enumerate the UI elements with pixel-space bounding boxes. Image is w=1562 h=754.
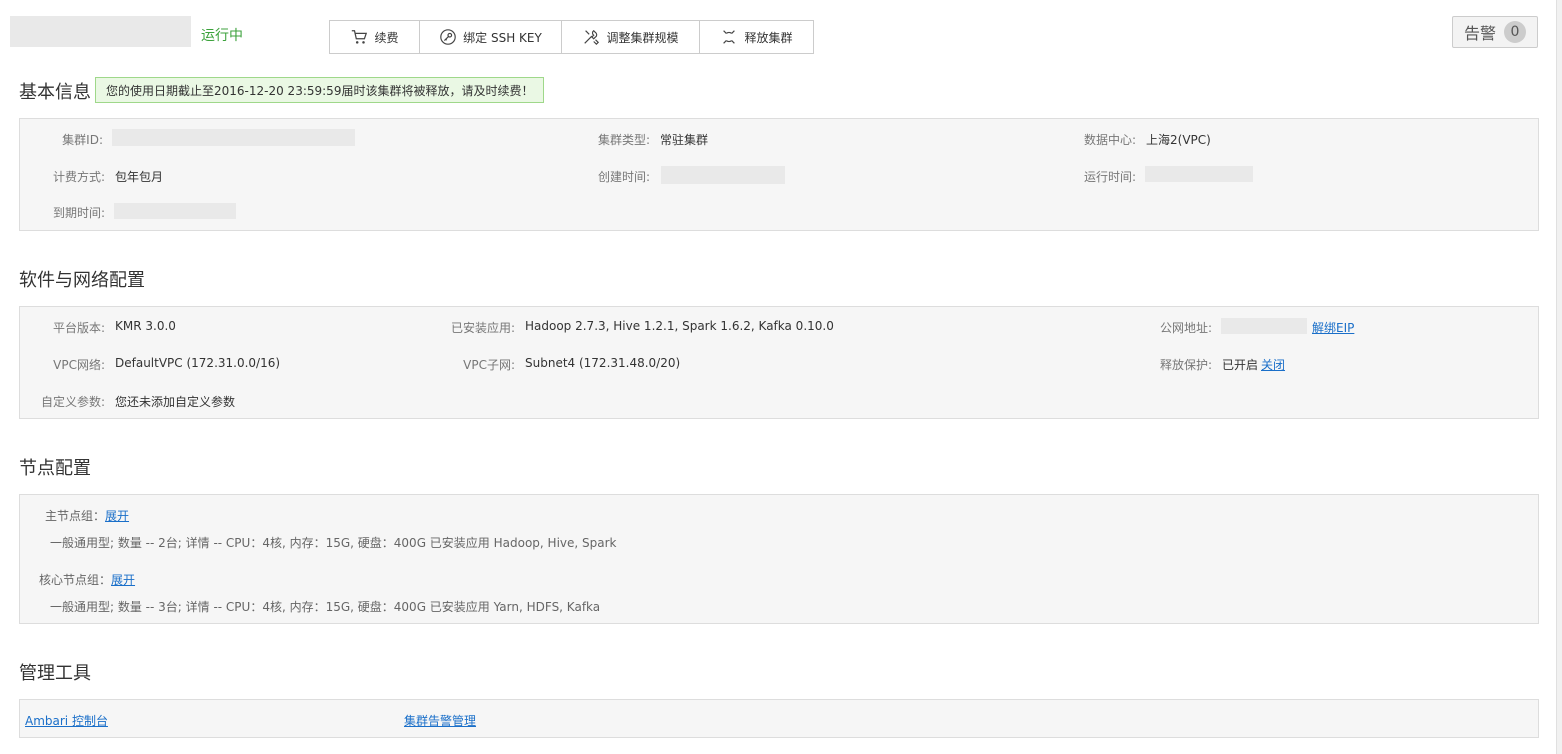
installed-apps-label: 已安装应用: (450, 321, 515, 335)
cluster-type-label: 集群类型: (597, 133, 650, 147)
cluster-name-redacted (10, 16, 191, 47)
expire-time-label: 到期时间: (52, 206, 105, 220)
section-title-nodes: 节点配置 (19, 458, 91, 479)
platform-version-label: 平台版本: (52, 321, 105, 335)
runtime-label: 运行时间: (1083, 170, 1136, 184)
master-group-row: 主节点组：展开 (45, 507, 129, 524)
core-group-label: 核心节点组： (39, 573, 112, 587)
billing-label: 计费方式: (52, 170, 105, 184)
section-title-basic: 基本信息 (19, 82, 91, 103)
node-config-panel: 主节点组：展开 一般通用型; 数量 -- 2台; 详情 -- CPU：4核, 内… (19, 494, 1539, 624)
billing-value: 包年包月 (115, 170, 164, 184)
resize-cluster-label: 调整集群规模 (606, 30, 679, 45)
installed-apps-value: Hadoop 2.7.3, Hive 1.2.1, Spark 1.6.2, K… (525, 319, 834, 333)
custom-params-value: 您还未添加自定义参数 (115, 395, 236, 409)
datacenter-value: 上海2(VPC) (1146, 133, 1211, 147)
bind-ssh-key-button[interactable]: 绑定 SSH KEY (420, 21, 562, 53)
section-title-software: 软件与网络配置 (19, 270, 145, 291)
cluster-id-redacted (112, 129, 355, 146)
master-group-desc: 一般通用型; 数量 -- 2台; 详情 -- CPU：4核, 内存：15G, 硬… (50, 536, 617, 550)
renew-label: 续费 (374, 30, 399, 45)
ambari-console-link[interactable]: Ambari 控制台 (25, 712, 108, 729)
created-time-label: 创建时间: (597, 170, 650, 184)
vpc-label: VPC网络: (53, 358, 105, 372)
basic-info-panel: 集群ID: 集群类型: 常驻集群 数据中心: 上海2(VPC) 计费方式: 包年… (19, 118, 1539, 231)
release-protect-value: 已开启 (1222, 358, 1259, 372)
cluster-status: 运行中 (201, 28, 243, 44)
platform-version-value: KMR 3.0.0 (115, 319, 176, 333)
section-title-tools: 管理工具 (19, 663, 91, 684)
core-group-desc: 一般通用型; 数量 -- 3台; 详情 -- CPU：4核, 内存：15G, 硬… (50, 600, 601, 614)
tools-icon (584, 29, 600, 46)
renew-button[interactable]: 续费 (330, 21, 420, 53)
release-cluster-label: 释放集群 (744, 30, 793, 45)
runtime-redacted (1145, 166, 1253, 182)
release-protect-close-link[interactable]: 关闭 (1261, 356, 1285, 373)
subnet-value: Subnet4 (172.31.48.0/20) (525, 356, 681, 370)
cluster-type-value: 常驻集群 (660, 133, 709, 147)
created-time-redacted (661, 166, 785, 184)
scrollbar[interactable] (1556, 0, 1562, 754)
cluster-id-label: 集群ID: (62, 133, 103, 147)
expire-time-redacted (114, 203, 236, 219)
management-tools-panel: Ambari 控制台 集群告警管理 (19, 699, 1539, 738)
alarm-count-badge: 0 (1504, 21, 1526, 43)
core-group-row: 核心节点组：展开 (39, 571, 135, 588)
subnet-label: VPC子网: (463, 358, 515, 372)
alarm-label: 告警 (1463, 24, 1496, 43)
unbind-eip-link[interactable]: 解绑EIP (1312, 319, 1354, 336)
resize-cluster-button[interactable]: 调整集群规模 (562, 21, 700, 53)
release-cluster-button[interactable]: 释放集群 (700, 21, 813, 53)
release-icon (723, 30, 736, 44)
release-protect-label: 释放保护: (1159, 358, 1212, 372)
vpc-value: DefaultVPC (172.31.0.0/16) (115, 356, 281, 370)
master-group-expand-link[interactable]: 展开 (105, 509, 129, 523)
bind-ssh-key-label: 绑定 SSH KEY (463, 30, 542, 45)
software-network-panel: 平台版本: KMR 3.0.0 已安装应用: Hadoop 2.7.3, Hiv… (19, 306, 1539, 419)
public-ip-label: 公网地址: (1159, 321, 1212, 335)
cart-icon (352, 30, 368, 44)
core-group-expand-link[interactable]: 展开 (111, 573, 135, 587)
custom-params-label: 自定义参数: (40, 395, 105, 409)
master-group-label: 主节点组： (45, 509, 106, 523)
expiry-notice: 您的使用日期截止至2016-12-20 23:59:59届时该集群将被释放，请及… (95, 77, 545, 103)
key-icon (440, 29, 456, 45)
datacenter-label: 数据中心: (1083, 133, 1136, 147)
public-ip-redacted (1221, 318, 1307, 334)
alarm-button[interactable]: 告警 0 (1452, 16, 1538, 48)
action-toolbar: 续费 绑定 SSH KEY 调整集群规模 释放集群 (329, 20, 814, 54)
cluster-alarm-mgmt-link[interactable]: 集群告警管理 (404, 712, 476, 729)
